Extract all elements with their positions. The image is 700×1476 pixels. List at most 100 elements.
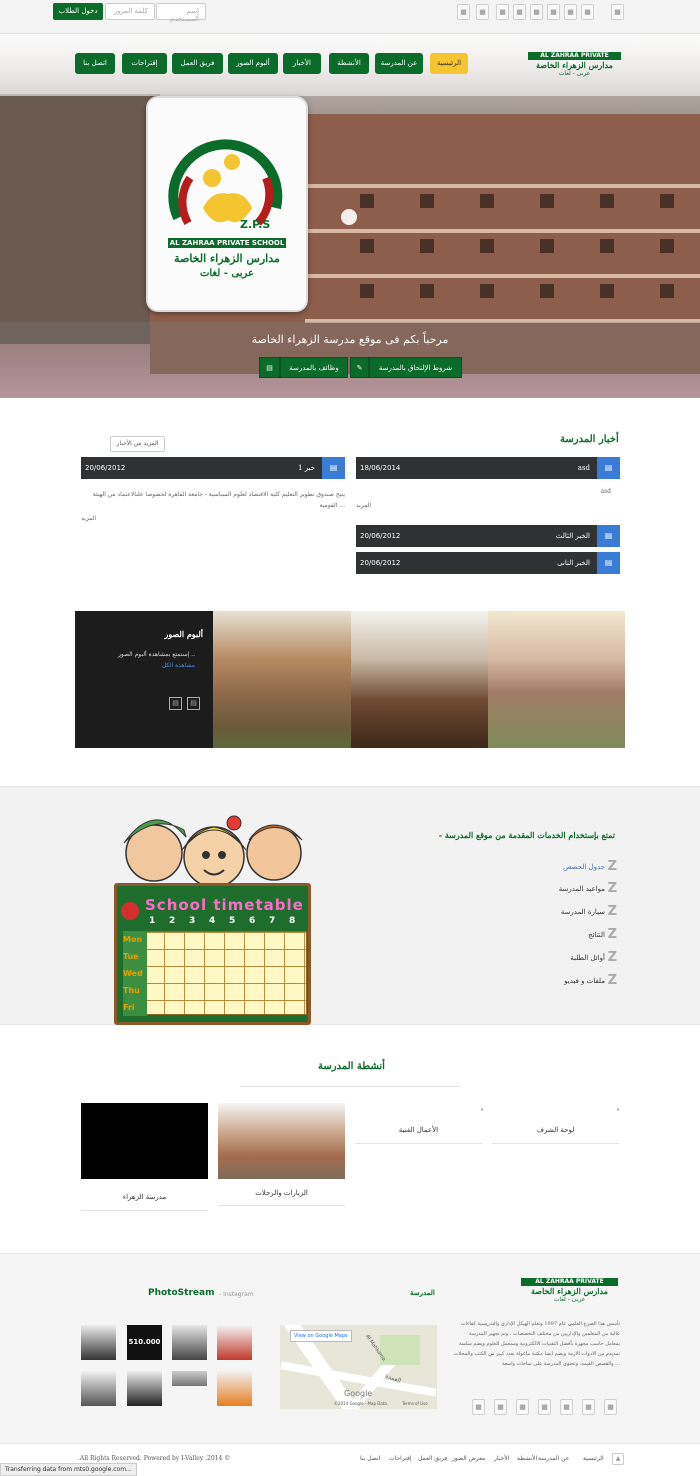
- social-icon[interactable]: ■: [457, 4, 470, 20]
- gallery-photo-office[interactable]: [351, 611, 488, 748]
- social-icon[interactable]: ■: [547, 4, 560, 20]
- news-icon: ▤: [322, 457, 345, 479]
- instagram-thumb[interactable]: [217, 1325, 252, 1360]
- social-icon[interactable]: ■: [476, 4, 489, 20]
- instagram-thumb[interactable]: [127, 1371, 162, 1406]
- social-icon[interactable]: ■: [604, 1399, 617, 1415]
- instagram-thumb[interactable]: [217, 1371, 252, 1406]
- activity-school[interactable]: مدرسة الزهراء: [81, 1193, 208, 1201]
- browser-status-bar: Transferring data from mts0.google.com..…: [0, 1463, 137, 1476]
- gallery-info-panel: ألبوم الصور إستمتع بمشاهدة ألبوم الصور .…: [75, 611, 213, 748]
- photo-gallery: ألبوم الصور إستمتع بمشاهدة ألبوم الصور .…: [75, 611, 625, 748]
- bottom-nav-about[interactable]: عن المدرسة: [538, 1455, 569, 1462]
- service-link-bus[interactable]: سيارة المدرسة: [561, 908, 605, 916]
- password-input[interactable]: كلمة المرور: [105, 3, 155, 20]
- kids-cartoon: [123, 815, 303, 888]
- student-login-button[interactable]: دخول الطلاب: [53, 3, 103, 20]
- bottom-nav-team[interactable]: فريق العمل: [418, 1455, 447, 1462]
- gallery-photo-classroom[interactable]: [488, 611, 625, 748]
- bottom-nav-activities[interactable]: الأنشطة: [517, 1455, 537, 1462]
- bottom-nav-news[interactable]: الأخبار: [494, 1455, 509, 1462]
- gallery-icon[interactable]: ▤: [187, 697, 200, 710]
- social-icon[interactable]: ■: [581, 4, 594, 20]
- service-icon: Z: [607, 927, 617, 942]
- bottom-nav-suggestions[interactable]: إقتراحات: [389, 1455, 412, 1462]
- jobs-icon[interactable]: ▤: [259, 357, 280, 378]
- social-icon[interactable]: ■: [472, 1399, 485, 1415]
- news-left-bar[interactable]: 20/06/2012 خبر 1 ▤: [81, 457, 345, 479]
- map-copyright: ©2014 Google - Map Data: [334, 1401, 387, 1406]
- services-section: - تمتع بإستخدام الخدمات المقدمة من موقع …: [0, 786, 700, 1025]
- social-icon[interactable]: ■: [530, 4, 543, 20]
- instagram-thumb[interactable]: [172, 1325, 207, 1360]
- more-news-button[interactable]: المزيد من الأخبار: [110, 436, 165, 452]
- copyright-text: © 2014. All Rights Reserved. Powered by …: [78, 1455, 231, 1462]
- news-more-link[interactable]: المزيد: [356, 502, 376, 509]
- gallery-text: إستمتع بمشاهدة ألبوم الصور ..: [117, 651, 195, 658]
- news-item-3[interactable]: 20/06/2012 الخبر الثالث ▤: [356, 525, 620, 547]
- news-title: الخبر التانى: [557, 559, 590, 567]
- nav-suggestions[interactable]: إقتراحات: [122, 53, 167, 74]
- welcome-text: مرحباً بكم فى موقع مدرسة الزهراء الخاصة: [251, 333, 449, 346]
- nav-about[interactable]: عن المدرسة: [375, 53, 423, 74]
- social-icon[interactable]: ■: [582, 1399, 595, 1415]
- social-icon[interactable]: ■: [496, 4, 509, 20]
- service-link-times[interactable]: مواعيد المدرسة: [559, 885, 605, 893]
- bottom-nav-contact[interactable]: اتصل بنا: [360, 1455, 380, 1462]
- activity-trips[interactable]: الزيارات والرحلات: [218, 1189, 345, 1197]
- username-input[interactable]: إسم المستخدم: [156, 3, 206, 23]
- gallery-photo-building[interactable]: [213, 611, 351, 748]
- building-left: [0, 94, 160, 344]
- news-featured-bar[interactable]: 18/06/2014 asd ▤: [356, 457, 620, 479]
- nav-news[interactable]: الأخبار: [283, 53, 321, 74]
- social-icon[interactable]: ■: [564, 4, 577, 20]
- site-logo[interactable]: AL ZAHRAA PRIVATE SCHOOL مدارس الزهراء ا…: [528, 52, 621, 80]
- bottom-nav-home[interactable]: الرئيسية: [583, 1455, 604, 1462]
- nav-team[interactable]: فريق العمل: [172, 53, 223, 74]
- service-link-top-students[interactable]: أوائل الطلبة: [570, 954, 605, 962]
- activity-video-player[interactable]: [81, 1103, 208, 1179]
- nav-activities[interactable]: الأنشطة: [329, 53, 369, 74]
- instagram-thumb[interactable]: [172, 1371, 207, 1386]
- bottom-nav-gallery[interactable]: معرض الصور: [452, 1455, 485, 1462]
- map-terms-link[interactable]: Terms of Use: [402, 1401, 428, 1406]
- google-logo: Google: [344, 1389, 373, 1398]
- footer-map[interactable]: View on Google Maps Al Mahkama العمدة Go…: [280, 1325, 437, 1409]
- instagram-thumb[interactable]: 510.000: [127, 1325, 162, 1360]
- social-icon[interactable]: ■: [611, 4, 624, 20]
- activity-honor-board[interactable]: لوحة الشرف: [492, 1126, 619, 1134]
- timetable-poster-title: School timetable: [145, 896, 304, 914]
- admission-icon[interactable]: ✎: [350, 357, 369, 378]
- jobs-button[interactable]: وظائف بالمدرسة: [280, 357, 348, 378]
- news-title: خبر 1: [298, 464, 315, 472]
- social-icon[interactable]: ■: [494, 1399, 507, 1415]
- social-icon[interactable]: ■: [516, 1399, 529, 1415]
- tablet-logo-frame: Z.P.S AL ZAHRAA PRIVATE SCHOOL مدارس الز…: [146, 96, 308, 312]
- nav-home[interactable]: الرئيسية: [430, 53, 468, 74]
- service-link-timetable[interactable]: جدول الحصص: [563, 863, 605, 871]
- emblem-sub: عربى - لغات: [199, 268, 255, 279]
- service-link-files[interactable]: ملفات و فيديو: [564, 977, 605, 985]
- social-icon[interactable]: ■: [513, 4, 526, 20]
- activity-photo-trips[interactable]: [218, 1103, 345, 1179]
- instagram-thumb[interactable]: [81, 1371, 116, 1406]
- admission-button[interactable]: شروط الإلتحاق بالمدرسة: [369, 357, 462, 378]
- nav-gallery[interactable]: ألبوم الصور: [228, 53, 278, 74]
- social-icon[interactable]: ■: [538, 1399, 551, 1415]
- instagram-thumb[interactable]: [81, 1325, 116, 1360]
- service-link-results[interactable]: النتائج: [588, 931, 605, 939]
- activity-art-works[interactable]: الأعمال الفنية: [355, 1126, 482, 1134]
- social-icon[interactable]: ■: [560, 1399, 573, 1415]
- footer-social-icons: ■ ■ ■ ■ ■ ■ ■: [472, 1399, 620, 1416]
- gallery-icon[interactable]: ▤: [169, 697, 182, 710]
- nav-contact[interactable]: اتصل بنا: [75, 53, 115, 74]
- footer: AL ZAHRAA PRIVATE SCHOOL مدارس الزهراء ا…: [0, 1253, 700, 1443]
- footer-about-text: تأسس هذا الصرح العلمي عام 1997 ونعلم اله…: [453, 1321, 620, 1367]
- news-item-2[interactable]: 20/06/2012 الخبر التانى ▤: [356, 552, 620, 574]
- gallery-view-all-link[interactable]: مشاهدة الكل: [162, 662, 195, 669]
- scroll-top-icon[interactable]: ▲: [612, 1453, 624, 1465]
- view-google-maps-link[interactable]: View on Google Maps: [290, 1330, 352, 1342]
- news-icon: ▤: [597, 525, 620, 547]
- service-icon: Z: [607, 859, 617, 874]
- news-more-link[interactable]: المزيد: [81, 515, 106, 522]
